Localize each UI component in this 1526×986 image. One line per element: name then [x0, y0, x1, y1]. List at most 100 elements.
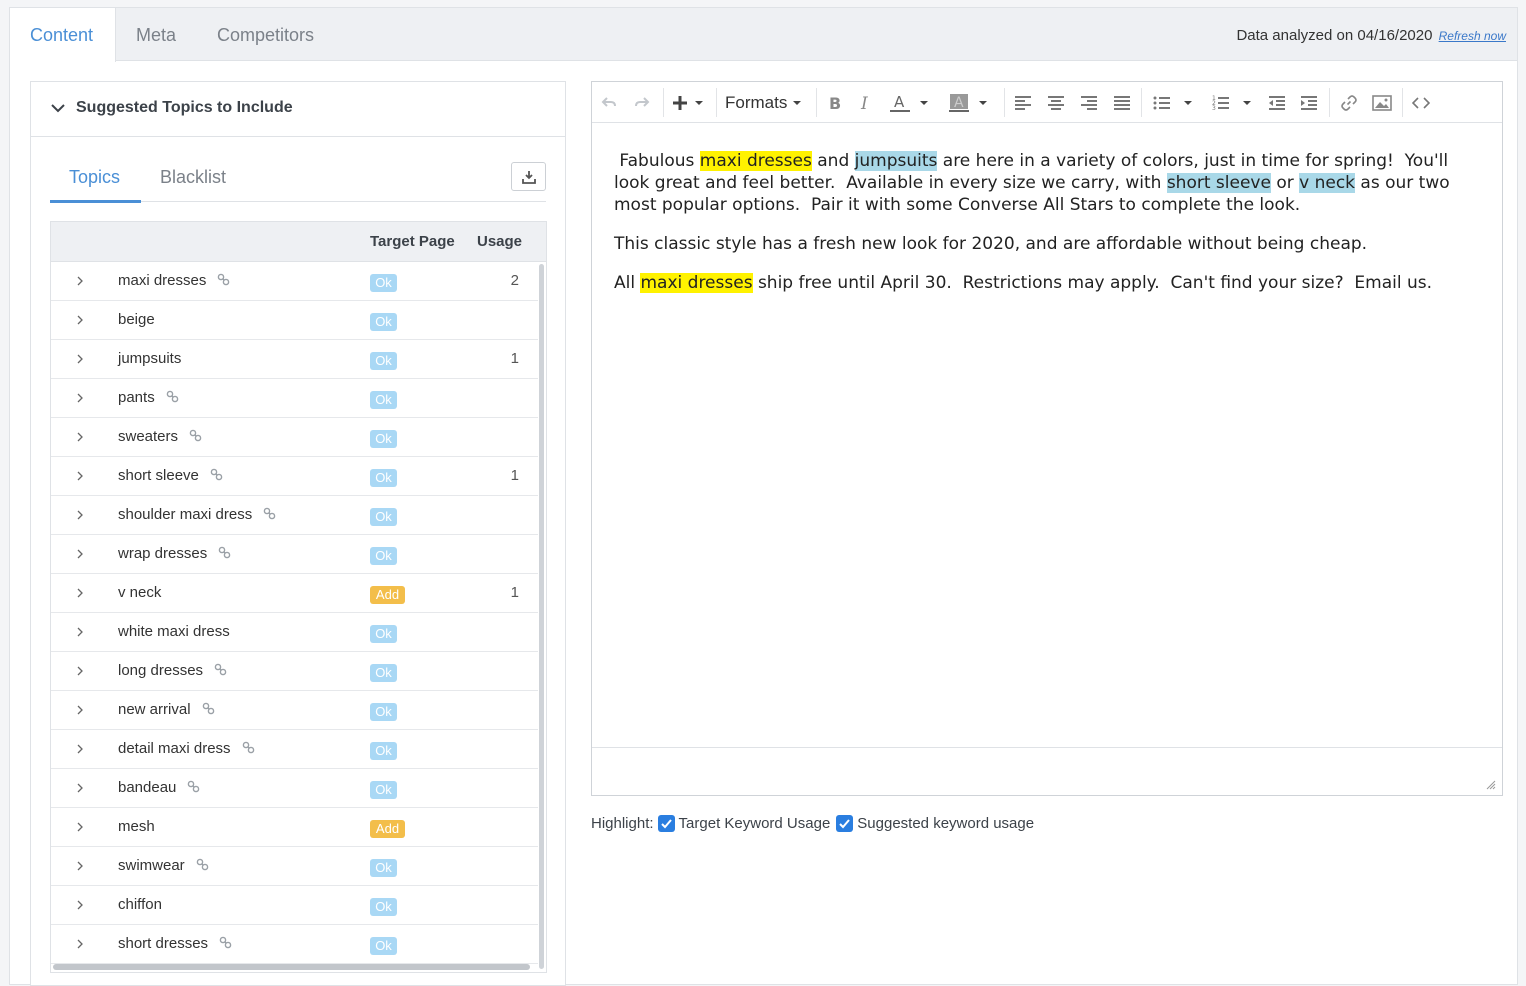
link-icon[interactable]	[189, 429, 202, 446]
ok-badge[interactable]: Ok	[370, 430, 397, 448]
chevron-right-icon[interactable]	[75, 352, 85, 366]
formats-dropdown[interactable]: Formats	[725, 82, 803, 123]
insert-button[interactable]	[670, 82, 705, 123]
table-row[interactable]: bandeau Ok	[51, 769, 538, 808]
ok-badge[interactable]: Ok	[370, 469, 397, 487]
horizontal-scrollbar[interactable]	[53, 964, 530, 970]
link-icon[interactable]	[242, 741, 255, 758]
indent-button[interactable]	[1300, 82, 1318, 123]
text-color-button[interactable]: A	[889, 82, 930, 123]
suggested-keyword-label[interactable]: Suggested keyword usage	[857, 815, 1034, 832]
table-row[interactable]: maxi dresses Ok 2	[51, 262, 538, 301]
chevron-down-icon[interactable]	[49, 99, 67, 117]
editor-paragraph[interactable]: This classic style has a fresh new look …	[614, 233, 1484, 255]
chevron-right-icon[interactable]	[75, 469, 85, 483]
ok-badge[interactable]: Ok	[370, 664, 397, 682]
chevron-right-icon[interactable]	[75, 391, 85, 405]
column-usage[interactable]: Usage	[477, 233, 522, 250]
outdent-button[interactable]	[1268, 82, 1286, 123]
resize-handle-icon[interactable]	[1486, 780, 1496, 790]
link-icon[interactable]	[210, 468, 223, 485]
panel-header[interactable]: Suggested Topics to Include	[31, 82, 565, 137]
table-row[interactable]: white maxi dress Ok	[51, 613, 538, 652]
link-icon[interactable]	[196, 858, 209, 875]
chevron-right-icon[interactable]	[75, 859, 85, 873]
refresh-now-link[interactable]: Refresh now	[1439, 29, 1506, 43]
link-icon[interactable]	[218, 546, 231, 563]
link-icon[interactable]	[166, 390, 179, 407]
link-icon[interactable]	[214, 663, 227, 680]
chevron-right-icon[interactable]	[75, 898, 85, 912]
table-row[interactable]: pants Ok	[51, 379, 538, 418]
chevron-right-icon[interactable]	[75, 274, 85, 288]
table-row[interactable]: long dresses Ok	[51, 652, 538, 691]
chevron-right-icon[interactable]	[75, 430, 85, 444]
source-code-button[interactable]	[1412, 82, 1430, 123]
align-right-button[interactable]	[1080, 82, 1098, 123]
table-row[interactable]: shoulder maxi dress Ok	[51, 496, 538, 535]
chevron-right-icon[interactable]	[75, 820, 85, 834]
tab-meta[interactable]: Meta	[136, 8, 176, 61]
target-keyword-checkbox[interactable]	[657, 815, 675, 832]
chevron-right-icon[interactable]	[75, 586, 85, 600]
ok-badge[interactable]: Ok	[370, 937, 397, 955]
undo-button[interactable]	[601, 82, 617, 123]
numbered-list-button[interactable]: 123	[1212, 82, 1253, 123]
table-row[interactable]: sweaters Ok	[51, 418, 538, 457]
bold-button[interactable]: B	[828, 82, 842, 123]
table-row[interactable]: short dresses Ok	[51, 925, 538, 964]
ok-badge[interactable]: Ok	[370, 391, 397, 409]
table-row[interactable]: mesh Add	[51, 808, 538, 847]
chevron-right-icon[interactable]	[75, 937, 85, 951]
ok-badge[interactable]: Ok	[370, 274, 397, 292]
table-row[interactable]: wrap dresses Ok	[51, 535, 538, 574]
link-icon[interactable]	[263, 507, 276, 524]
ok-badge[interactable]: Ok	[370, 508, 397, 526]
redo-button[interactable]	[634, 82, 650, 123]
link-icon[interactable]	[217, 273, 230, 290]
ok-badge[interactable]: Ok	[370, 625, 397, 643]
ok-badge[interactable]: Ok	[370, 313, 397, 331]
add-badge[interactable]: Add	[370, 820, 405, 838]
align-justify-button[interactable]	[1113, 82, 1131, 123]
chevron-right-icon[interactable]	[75, 508, 85, 522]
ok-badge[interactable]: Ok	[370, 703, 397, 721]
insert-link-button[interactable]	[1340, 82, 1358, 123]
ok-badge[interactable]: Ok	[370, 742, 397, 760]
bullet-list-button[interactable]	[1153, 82, 1194, 123]
tab-competitors[interactable]: Competitors	[217, 8, 314, 61]
chevron-right-icon[interactable]	[75, 703, 85, 717]
vertical-scrollbar[interactable]	[539, 264, 544, 969]
subtab-blacklist[interactable]: Blacklist	[160, 167, 226, 188]
add-badge[interactable]: Add	[370, 586, 405, 604]
editor-body[interactable]: Fabulous maxi dresses and jumpsuits are …	[614, 150, 1484, 311]
align-center-button[interactable]	[1047, 82, 1065, 123]
ok-badge[interactable]: Ok	[370, 547, 397, 565]
table-row[interactable]: chiffon Ok	[51, 886, 538, 925]
ok-badge[interactable]: Ok	[370, 859, 397, 877]
chevron-right-icon[interactable]	[75, 742, 85, 756]
link-icon[interactable]	[187, 780, 200, 797]
table-row[interactable]: short sleeve Ok 1	[51, 457, 538, 496]
ok-badge[interactable]: Ok	[370, 898, 397, 916]
table-row[interactable]: detail maxi dress Ok	[51, 730, 538, 769]
ok-badge[interactable]: Ok	[370, 352, 397, 370]
download-button[interactable]	[511, 162, 546, 191]
editor-paragraph[interactable]: All maxi dresses ship free until April 3…	[614, 272, 1484, 294]
column-target-page[interactable]: Target Page	[370, 233, 455, 250]
insert-image-button[interactable]	[1372, 82, 1392, 123]
table-row[interactable]: jumpsuits Ok 1	[51, 340, 538, 379]
target-keyword-label[interactable]: Target Keyword Usage	[679, 815, 831, 832]
link-icon[interactable]	[219, 936, 232, 953]
italic-button[interactable]: I	[859, 82, 873, 123]
editor-paragraph[interactable]: Fabulous maxi dresses and jumpsuits are …	[614, 150, 1484, 216]
chevron-right-icon[interactable]	[75, 625, 85, 639]
background-color-button[interactable]: A	[948, 82, 989, 123]
table-row[interactable]: v neck Add 1	[51, 574, 538, 613]
align-left-button[interactable]	[1014, 82, 1032, 123]
table-row[interactable]: swimwear Ok	[51, 847, 538, 886]
table-row[interactable]: new arrival Ok	[51, 691, 538, 730]
table-row[interactable]: beige Ok	[51, 301, 538, 340]
suggested-keyword-checkbox[interactable]	[836, 815, 854, 832]
chevron-right-icon[interactable]	[75, 313, 85, 327]
